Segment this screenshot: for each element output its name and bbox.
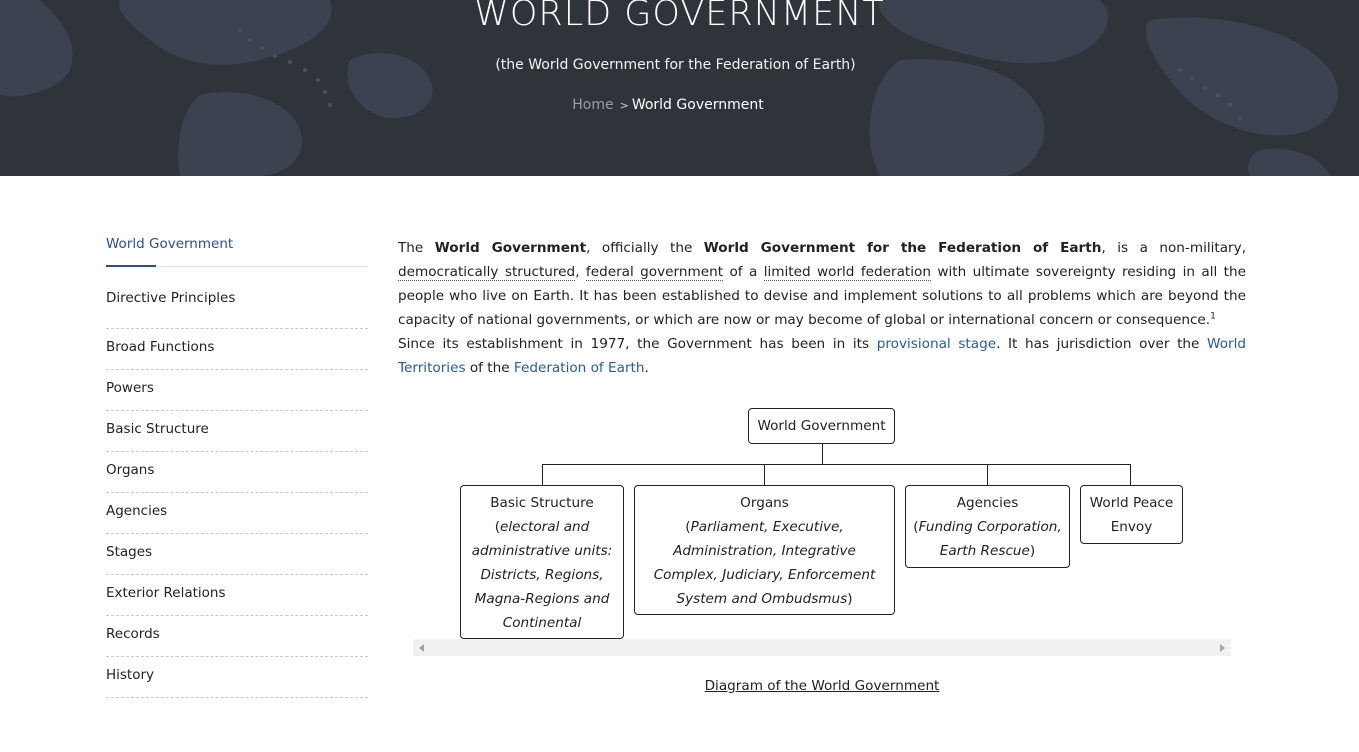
node-title: Basic Structure — [490, 495, 594, 511]
text: , is a non-military, — [1101, 240, 1247, 256]
connector-line — [542, 464, 1131, 465]
node-detail: (Parliament, Executive, Administration, … — [635, 515, 894, 611]
second-paragraph: Since its establishment in 1977, the Gov… — [398, 332, 1246, 380]
breadcrumb: Home > World Government — [0, 97, 1336, 113]
sidebar-item-broad-functions[interactable]: Broad Functions — [106, 329, 368, 370]
sidebar-item-records[interactable]: Records — [106, 616, 368, 657]
link-federation-of-earth[interactable]: Federation of Earth — [514, 360, 645, 376]
scroll-right-icon[interactable] — [1220, 644, 1225, 652]
node-agencies: Agencies (Funding Corporation, Earth Res… — [905, 485, 1070, 568]
bold-term-official-name: World Government for the Federation of E… — [703, 240, 1102, 256]
page-title: WORLD GOVERNMENT — [474, 0, 885, 34]
node-world-peace-envoy: World Peace Envoy — [1080, 485, 1183, 544]
text: Since its establishment in 1977, the Gov… — [398, 336, 877, 352]
sidebar-item-agencies[interactable]: Agencies — [106, 493, 368, 534]
sidebar-item-stages[interactable]: Stages — [106, 534, 368, 575]
sidebar-item-exterior-relations[interactable]: Exterior Relations — [106, 575, 368, 616]
text: , officially the — [586, 240, 704, 256]
glossary-link-democratically-structured[interactable]: democratically structured — [398, 264, 576, 281]
text: . — [644, 360, 649, 376]
sidebar-item-directive-principles[interactable]: Directive Principles — [106, 288, 368, 329]
sidebar-item-world-government[interactable]: World Government — [106, 236, 368, 267]
diagram-caption-link[interactable]: Diagram of the World Government — [413, 678, 1231, 694]
node-title: Organs — [740, 495, 789, 511]
node-detail: (electoral and administrative units: Dis… — [461, 515, 623, 659]
sidebar-item-organs[interactable]: Organs — [106, 452, 368, 493]
connector-line — [987, 464, 988, 485]
breadcrumb-separator: > — [619, 99, 629, 112]
page-subtitle: (the World Government for the Federation… — [495, 57, 856, 73]
connector-line — [764, 464, 765, 485]
paren: ) — [1029, 543, 1036, 559]
connector-line — [1130, 464, 1131, 485]
text: of the — [465, 360, 514, 376]
connector-line — [542, 464, 543, 485]
node-detail-text: electoral and administrative units: Dist… — [471, 519, 613, 655]
node-world-government: World Government — [748, 408, 895, 444]
page-header: WORLD GOVERNMENT (the World Government f… — [0, 0, 1359, 176]
breadcrumb-current: World Government — [631, 97, 764, 113]
sidebar-nav: World Government Directive Principles Br… — [106, 236, 368, 698]
sidebar-item-basic-structure[interactable]: Basic Structure — [106, 411, 368, 452]
text: of a — [723, 264, 764, 280]
sidebar-item-powers[interactable]: Powers — [106, 370, 368, 411]
glossary-link-limited-world-federation[interactable]: limited world federation — [763, 264, 931, 281]
footnote-marker[interactable]: 1 — [1210, 311, 1216, 321]
org-chart-diagram: World Government Basic Structure (electo… — [413, 404, 1231, 656]
node-organs: Organs (Parliament, Executive, Administr… — [634, 485, 895, 615]
main-content: The World Government, officially the Wor… — [398, 236, 1246, 380]
scroll-left-icon[interactable] — [419, 644, 424, 652]
bold-term-world-government: World Government — [434, 240, 587, 256]
text: The — [398, 240, 435, 256]
sidebar-item-history[interactable]: History — [106, 657, 368, 698]
node-detail-text: Funding Corporation, Earth Rescue — [918, 519, 1062, 559]
text: , — [575, 264, 586, 280]
node-detail: (Funding Corporation, Earth Rescue) — [906, 515, 1069, 563]
breadcrumb-home-link[interactable]: Home — [572, 97, 613, 113]
horizontal-scrollbar[interactable] — [413, 639, 1231, 656]
paren: ) — [847, 591, 853, 607]
link-provisional-stage[interactable]: provisional stage — [877, 336, 996, 352]
text: . It has jurisdiction over the — [996, 336, 1208, 352]
glossary-link-federal-government[interactable]: federal government — [585, 264, 724, 281]
connector-line — [822, 444, 823, 464]
node-title: Agencies — [956, 495, 1019, 511]
intro-paragraph: The World Government, officially the Wor… — [398, 236, 1246, 332]
node-basic-structure: Basic Structure (electoral and administr… — [460, 485, 624, 655]
sidebar-list: Directive Principles Broad Functions Pow… — [106, 288, 368, 698]
